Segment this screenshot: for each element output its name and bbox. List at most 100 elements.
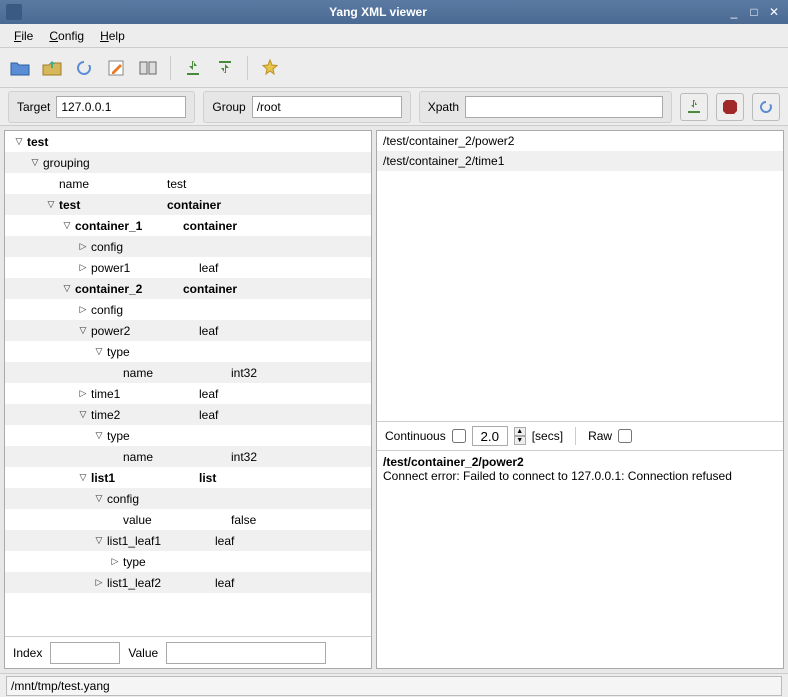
collapse-icon[interactable]: ▽	[93, 430, 105, 441]
tree-node-value: int32	[231, 450, 371, 464]
expand-icon[interactable]: ▷	[77, 388, 89, 399]
collapse-icon[interactable]: ▽	[45, 199, 57, 210]
collapse-icon[interactable]: ▽	[77, 409, 89, 420]
tree-row[interactable]: valuefalse	[5, 509, 371, 530]
status-path: /mnt/tmp/test.yang	[6, 676, 782, 696]
tree-node-label: time1	[89, 387, 199, 401]
tree-row[interactable]: ▽config	[5, 488, 371, 509]
save-button[interactable]	[38, 54, 66, 82]
upload-button[interactable]	[211, 54, 239, 82]
menubar: File Config Help	[0, 24, 788, 48]
tree-row[interactable]: ▷time1leaf	[5, 383, 371, 404]
collapse-icon[interactable]: ▽	[93, 346, 105, 357]
tree-row[interactable]: ▽type	[5, 341, 371, 362]
close-button[interactable]: ✕	[766, 4, 782, 20]
tree-node-value: leaf	[215, 576, 371, 590]
xpath-item[interactable]: /test/container_2/power2	[377, 131, 783, 151]
tree-row[interactable]: ▽power2leaf	[5, 320, 371, 341]
open-button[interactable]	[6, 54, 34, 82]
continuous-checkbox[interactable]	[452, 429, 466, 443]
collapse-icon[interactable]: ▽	[77, 325, 89, 336]
tree-node-label: type	[105, 345, 215, 359]
menu-file[interactable]: File	[6, 27, 41, 45]
collapse-icon[interactable]: ▽	[93, 493, 105, 504]
collapse-icon[interactable]: ▽	[61, 283, 73, 294]
tree-row[interactable]: ▷config	[5, 236, 371, 257]
tree-node-label: time2	[89, 408, 199, 422]
tree-row[interactable]: ▽test	[5, 131, 371, 152]
download-button[interactable]	[179, 54, 207, 82]
expand-icon[interactable]: ▷	[77, 262, 89, 273]
xpath-input[interactable]	[465, 96, 663, 118]
log-title: /test/container_2/power2	[383, 455, 777, 469]
tree-node-label: config	[89, 303, 199, 317]
tree-node-label: config	[105, 492, 215, 506]
tree-node-value: test	[167, 177, 371, 191]
tree-node-label: name	[57, 177, 167, 191]
tree-row[interactable]: ▷power1leaf	[5, 257, 371, 278]
index-input[interactable]	[50, 642, 120, 664]
tree-row[interactable]: nameint32	[5, 362, 371, 383]
expand-icon[interactable]: ▷	[77, 241, 89, 252]
target-input[interactable]	[56, 96, 186, 118]
collapse-icon[interactable]: ▽	[61, 220, 73, 231]
tree-node-label: power2	[89, 324, 199, 338]
menu-config[interactable]: Config	[41, 27, 92, 45]
tree-row[interactable]: ▽container_1container	[5, 215, 371, 236]
edit-button[interactable]	[102, 54, 130, 82]
tree-row[interactable]: ▷type	[5, 551, 371, 572]
raw-checkbox[interactable]	[618, 429, 632, 443]
yang-tree[interactable]: ▽test▽groupingnametest▽testcontainer▽con…	[5, 131, 371, 636]
index-label: Index	[13, 646, 42, 660]
star-button[interactable]	[256, 54, 284, 82]
tree-row[interactable]: ▽time2leaf	[5, 404, 371, 425]
tree-node-label: config	[89, 240, 199, 254]
tree-row[interactable]: ▽testcontainer	[5, 194, 371, 215]
menu-help[interactable]: Help	[92, 27, 133, 45]
collapse-icon[interactable]: ▽	[93, 535, 105, 546]
tree-node-value: leaf	[199, 261, 371, 275]
tree-row[interactable]: ▷config	[5, 299, 371, 320]
tree-row[interactable]: nameint32	[5, 446, 371, 467]
app-icon	[6, 4, 22, 20]
tree-node-label: list1_leaf2	[105, 576, 215, 590]
tree-node-value: int32	[231, 366, 371, 380]
left-panel: ▽test▽groupingnametest▽testcontainer▽con…	[4, 130, 372, 669]
collapse-icon[interactable]: ▽	[13, 136, 25, 147]
expand-icon[interactable]: ▷	[93, 577, 105, 588]
collapse-icon[interactable]: ▽	[29, 157, 41, 168]
reload-button[interactable]	[752, 93, 780, 121]
tree-row[interactable]: ▽list1_leaf1leaf	[5, 530, 371, 551]
interval-spinner[interactable]: ▲▼	[514, 427, 526, 445]
tree-node-value: leaf	[199, 408, 371, 422]
tree-row[interactable]: ▽grouping	[5, 152, 371, 173]
maximize-button[interactable]: □	[746, 4, 762, 20]
interval-input[interactable]	[472, 426, 508, 446]
tree-row[interactable]: nametest	[5, 173, 371, 194]
refresh-button[interactable]	[70, 54, 98, 82]
tree-row[interactable]: ▽list1list	[5, 467, 371, 488]
xpath-list[interactable]: /test/container_2/power2/test/container_…	[377, 131, 783, 421]
layout-button[interactable]	[134, 54, 162, 82]
polling-bar: Continuous ▲▼ [secs] Raw	[377, 421, 783, 451]
xpath-item[interactable]: /test/container_2/time1	[377, 151, 783, 171]
statusbar: /mnt/tmp/test.yang	[0, 673, 788, 697]
tree-node-label: test	[57, 198, 167, 212]
expand-icon[interactable]: ▷	[77, 304, 89, 315]
stop-button[interactable]	[716, 93, 744, 121]
tree-node-label: grouping	[41, 156, 151, 170]
value-input[interactable]	[166, 642, 326, 664]
group-group: Group	[203, 91, 410, 123]
collapse-icon[interactable]: ▽	[77, 472, 89, 483]
expand-icon[interactable]: ▷	[109, 556, 121, 567]
tree-node-value: list	[199, 471, 371, 485]
minimize-button[interactable]: _	[726, 4, 742, 20]
tree-node-label: power1	[89, 261, 199, 275]
tree-row[interactable]: ▽container_2container	[5, 278, 371, 299]
tree-node-label: type	[105, 429, 215, 443]
group-input[interactable]	[252, 96, 402, 118]
tree-row[interactable]: ▽type	[5, 425, 371, 446]
log-area: /test/container_2/power2 Connect error: …	[377, 451, 783, 668]
tree-row[interactable]: ▷list1_leaf2leaf	[5, 572, 371, 593]
fetch-button[interactable]	[680, 93, 708, 121]
